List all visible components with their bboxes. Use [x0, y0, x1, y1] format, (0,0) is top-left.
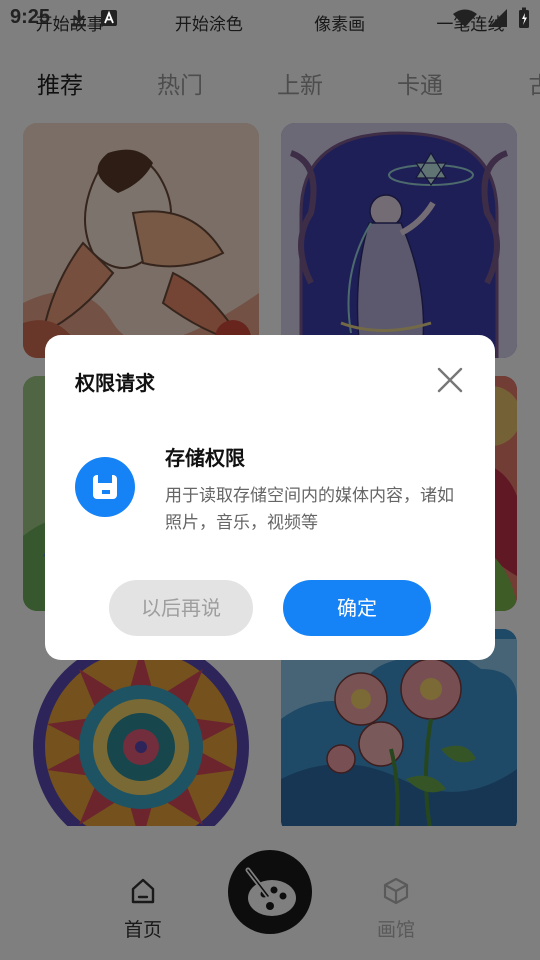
permission-title: 存储权限	[165, 446, 245, 470]
close-icon	[437, 367, 463, 393]
text-notification-icon	[101, 10, 117, 26]
app-screen: 开始故事 开始涂色 像素画 一笔连线 9:25	[0, 0, 540, 960]
status-system-icons	[452, 7, 530, 29]
signal-icon	[489, 9, 507, 27]
permission-dialog: 权限请求 存储权限 用于读取存储空间内的媒体内容，诸如照片，音乐，视频等 以后再…	[45, 335, 495, 660]
status-notification-icons	[70, 8, 118, 28]
save-icon	[93, 475, 117, 499]
dialog-title: 权限请求	[75, 371, 155, 395]
confirm-button[interactable]: 确定	[283, 580, 431, 636]
later-button[interactable]: 以后再说	[109, 580, 253, 636]
close-button[interactable]	[435, 365, 465, 395]
wifi-icon	[453, 9, 477, 27]
permission-description: 用于读取存储空间内的媒体内容，诸如照片，音乐，视频等	[165, 486, 454, 533]
status-bar: 9:25	[0, 0, 540, 36]
storage-permission-icon-badge	[75, 457, 135, 517]
battery-icon	[519, 7, 529, 28]
download-icon	[72, 10, 86, 27]
status-time: 9:25	[10, 6, 51, 28]
